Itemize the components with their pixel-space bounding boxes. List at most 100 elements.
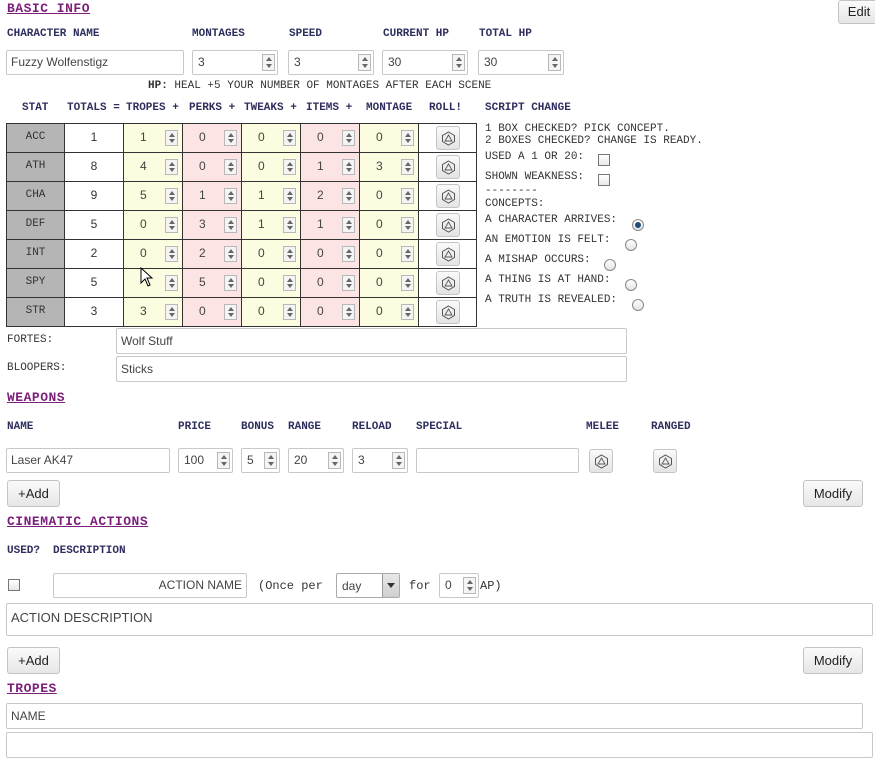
stat-acc-tweaks-arrows[interactable] (283, 130, 296, 146)
stat-acc-tweaks-cell[interactable]: 0 (241, 123, 301, 153)
weapon-special-input[interactable] (416, 448, 579, 473)
stat-str-items-arrows[interactable] (342, 304, 355, 320)
stat-int-items-cell[interactable]: 0 (300, 239, 360, 269)
stat-str-tweaks-arrows[interactable] (283, 304, 296, 320)
stat-cha-perks-arrows[interactable] (224, 188, 237, 204)
roll-ath-button[interactable] (436, 155, 460, 179)
stat-int-tweaks-cell[interactable]: 0 (241, 239, 301, 269)
montages-spin-arrows[interactable] (262, 54, 275, 71)
roll-spy-button[interactable] (436, 271, 460, 295)
shown-weakness-checkbox[interactable] (598, 174, 610, 186)
roll-cha-button[interactable] (436, 184, 460, 208)
ap-arrows[interactable] (463, 577, 476, 594)
weapon-modify-button[interactable]: Modify (803, 480, 863, 507)
stat-str-tweaks-cell[interactable]: 0 (241, 297, 301, 327)
bloopers-input[interactable]: Sticks (116, 356, 627, 382)
stat-acc-montage-cell[interactable]: 0 (359, 123, 419, 153)
stat-spy-perks-arrows[interactable] (224, 275, 237, 291)
weapon-name-input[interactable]: Laser AK47 (6, 448, 170, 473)
stat-def-perks-cell[interactable]: 3 (182, 210, 242, 240)
trope-name-input[interactable]: NAME (6, 703, 863, 729)
weapon-reload-arrows[interactable] (392, 452, 405, 469)
concept-thing-at-hand-radio[interactable] (625, 279, 637, 291)
stat-spy-montage-cell[interactable]: 0 (359, 268, 419, 298)
stat-ath-items-arrows[interactable] (342, 159, 355, 175)
roll-str-button[interactable] (436, 300, 460, 324)
weapon-melee-roll-button[interactable] (589, 449, 613, 473)
weapon-ranged-roll-button[interactable] (653, 449, 677, 473)
stat-str-perks-cell[interactable]: 0 (182, 297, 242, 327)
stat-cha-tropes-arrows[interactable] (165, 188, 178, 204)
concept-truth-revealed-radio[interactable] (632, 299, 644, 311)
stat-spy-perks-cell[interactable]: 5 (182, 268, 242, 298)
speed-stepper[interactable]: 3 (288, 50, 374, 75)
roll-int-button[interactable] (436, 242, 460, 266)
stat-str-tropes-arrows[interactable] (165, 304, 178, 320)
stat-int-tropes-cell[interactable]: 0 (123, 239, 183, 269)
action-name-input[interactable]: ACTION NAME (53, 573, 247, 598)
stat-spy-items-arrows[interactable] (342, 275, 355, 291)
current-hp-stepper[interactable]: 30 (382, 50, 468, 75)
stat-cha-tropes-cell[interactable]: 5 (123, 181, 183, 211)
stat-acc-items-cell[interactable]: 0 (300, 123, 360, 153)
weapon-range-arrows[interactable] (328, 452, 341, 469)
concept-emotion-felt-radio[interactable] (625, 239, 637, 251)
fortes-input[interactable]: Wolf Stuff (116, 328, 627, 354)
weapon-range-stepper[interactable]: 20 (288, 448, 344, 473)
cinematic-modify-button[interactable]: Modify (803, 647, 863, 674)
stat-ath-perks-arrows[interactable] (224, 159, 237, 175)
stat-cha-items-arrows[interactable] (342, 188, 355, 204)
stat-spy-montage-arrows[interactable] (401, 275, 414, 291)
stat-def-items-cell[interactable]: 1 (300, 210, 360, 240)
stat-def-tweaks-arrows[interactable] (283, 217, 296, 233)
weapon-bonus-stepper[interactable]: 5 (241, 448, 280, 473)
stat-cha-perks-cell[interactable]: 1 (182, 181, 242, 211)
stat-def-tropes-cell[interactable]: 0 (123, 210, 183, 240)
stat-str-montage-cell[interactable]: 0 (359, 297, 419, 327)
chevron-down-icon[interactable] (382, 574, 399, 597)
stat-def-perks-arrows[interactable] (224, 217, 237, 233)
stat-cha-tweaks-cell[interactable]: 1 (241, 181, 301, 211)
character-name-input[interactable]: Fuzzy Wolfenstigz (6, 50, 184, 75)
edit-button[interactable]: Edit (838, 0, 875, 24)
stat-def-montage-cell[interactable]: 0 (359, 210, 419, 240)
roll-acc-button[interactable] (436, 126, 460, 150)
stat-int-montage-arrows[interactable] (401, 246, 414, 262)
stat-acc-items-arrows[interactable] (342, 130, 355, 146)
period-select[interactable]: day (336, 573, 400, 598)
weapon-price-arrows[interactable] (217, 452, 230, 469)
concept-mishap-occurs-radio[interactable] (604, 259, 616, 271)
stat-int-tweaks-arrows[interactable] (283, 246, 296, 262)
total-hp-spin-arrows[interactable] (548, 54, 561, 71)
roll-def-button[interactable] (436, 213, 460, 237)
stat-int-perks-arrows[interactable] (224, 246, 237, 262)
weapon-add-button[interactable]: +Add (7, 480, 60, 507)
stat-cha-montage-arrows[interactable] (401, 188, 414, 204)
stat-int-items-arrows[interactable] (342, 246, 355, 262)
stat-ath-tweaks-cell[interactable]: 0 (241, 152, 301, 182)
stat-str-perks-arrows[interactable] (224, 304, 237, 320)
stat-acc-montage-arrows[interactable] (401, 130, 414, 146)
speed-spin-arrows[interactable] (358, 54, 371, 71)
current-hp-spin-arrows[interactable] (452, 54, 465, 71)
weapon-reload-stepper[interactable]: 3 (352, 448, 408, 473)
stat-int-tropes-arrows[interactable] (165, 246, 178, 262)
stat-spy-tweaks-cell[interactable]: 0 (241, 268, 301, 298)
weapon-bonus-arrows[interactable] (264, 452, 277, 469)
stat-int-montage-cell[interactable]: 0 (359, 239, 419, 269)
cinematic-used-checkbox[interactable] (8, 579, 20, 591)
stat-acc-perks-arrows[interactable] (224, 130, 237, 146)
stat-def-montage-arrows[interactable] (401, 217, 414, 233)
stat-spy-items-cell[interactable]: 0 (300, 268, 360, 298)
stat-def-tweaks-cell[interactable]: 1 (241, 210, 301, 240)
stat-spy-tweaks-arrows[interactable] (283, 275, 296, 291)
stat-acc-tropes-cell[interactable]: 1 (123, 123, 183, 153)
stat-def-tropes-arrows[interactable] (165, 217, 178, 233)
action-description-input[interactable]: ACTION DESCRIPTION (6, 603, 873, 636)
stat-cha-montage-cell[interactable]: 0 (359, 181, 419, 211)
stat-ath-montage-cell[interactable]: 3 (359, 152, 419, 182)
stat-ath-perks-cell[interactable]: 0 (182, 152, 242, 182)
stat-ath-montage-arrows[interactable] (401, 159, 414, 175)
stat-int-perks-cell[interactable]: 2 (182, 239, 242, 269)
stat-cha-items-cell[interactable]: 2 (300, 181, 360, 211)
